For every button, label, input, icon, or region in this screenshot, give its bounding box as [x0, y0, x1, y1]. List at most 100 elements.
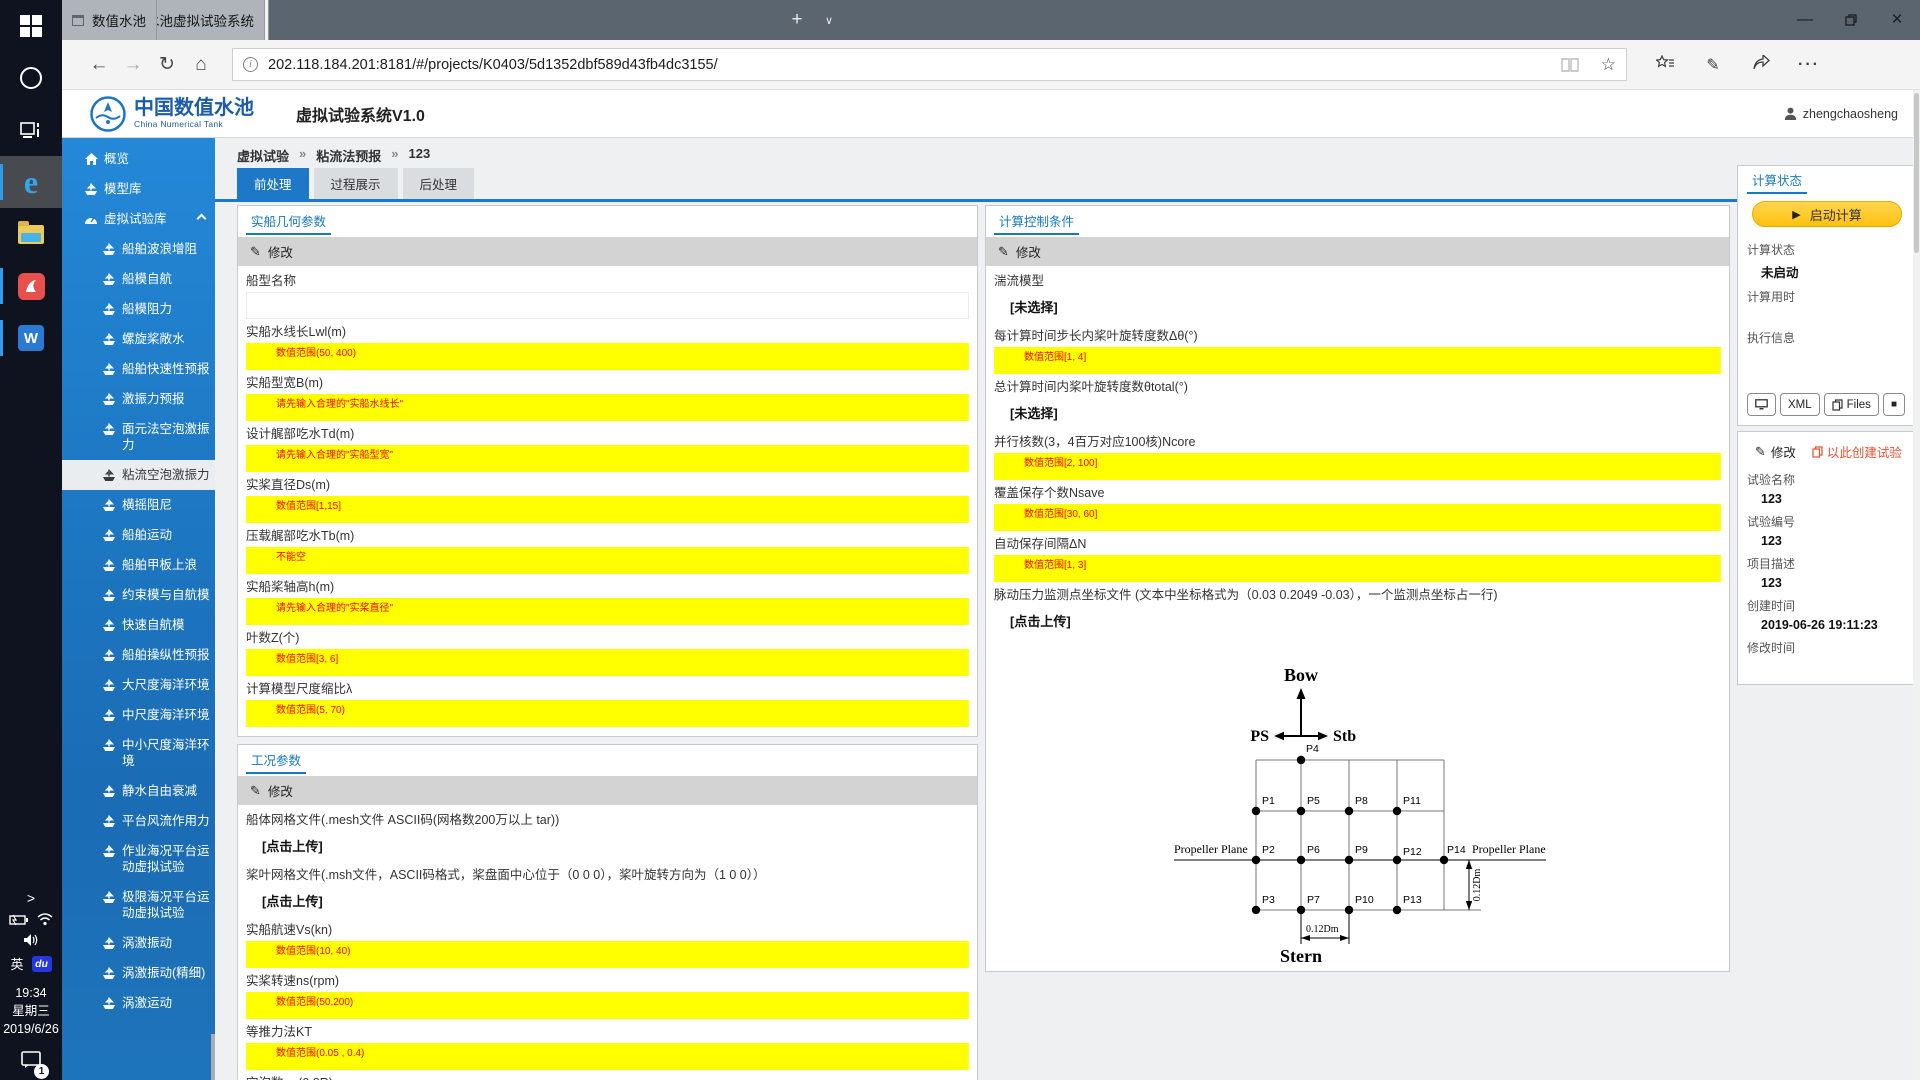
- wifi-icon[interactable]: [37, 913, 53, 926]
- annotate-pen-icon[interactable]: ✎: [1689, 55, 1737, 75]
- sidebar-item[interactable]: 面元法空泡激振力: [62, 414, 215, 460]
- forward-button[interactable]: →: [116, 54, 150, 76]
- geometry-params-link[interactable]: 实船几何参数: [246, 211, 332, 235]
- field-input[interactable]: 不能空: [246, 547, 969, 574]
- field-input[interactable]: 数值范围[1, 3]: [994, 555, 1721, 582]
- upload-button[interactable]: [点击上传]: [994, 606, 1721, 637]
- refresh-button[interactable]: ↻: [150, 53, 184, 76]
- back-button[interactable]: ←: [82, 54, 116, 76]
- sidebar-item[interactable]: 极限海况平台运动虚拟试验: [62, 882, 215, 928]
- language-indicator[interactable]: 英: [10, 954, 23, 973]
- experiment-edit-button[interactable]: ✎ 修改: [1755, 442, 1796, 461]
- home-button[interactable]: ⌂: [184, 54, 218, 76]
- field-input[interactable]: 数值范围(50, 400): [246, 343, 969, 370]
- sidebar-item[interactable]: 船舶操纵性预报: [62, 640, 215, 670]
- sidebar-item[interactable]: 快速自航模: [62, 610, 215, 640]
- hub-favorites-icon[interactable]: [1641, 54, 1689, 75]
- url-field[interactable]: i 202.118.184.201:8181/#/projects/K0403/…: [232, 48, 1627, 81]
- page-scrollbar[interactable]: [1913, 90, 1920, 1080]
- field-input[interactable]: 数值范围(50,200): [246, 992, 969, 1019]
- share-icon[interactable]: [1737, 53, 1785, 75]
- field-input[interactable]: 数值范围[30, 60]: [994, 504, 1721, 531]
- breadcrumb-item[interactable]: 123: [409, 146, 431, 165]
- sidebar-item[interactable]: 虚拟试验库: [62, 204, 215, 234]
- field-input[interactable]: 数值范围[2, 100]: [994, 453, 1721, 480]
- page-tab[interactable]: 后处理: [402, 168, 475, 199]
- site-info-icon[interactable]: i: [243, 57, 258, 72]
- working-condition-link[interactable]: 工况参数: [246, 750, 307, 774]
- field-input[interactable]: 数值范围[1,15]: [246, 496, 969, 523]
- taskbar-pdf-reader-button[interactable]: [0, 260, 62, 312]
- minimize-button[interactable]: —: [1782, 0, 1828, 40]
- console-button[interactable]: [1747, 393, 1776, 416]
- sidebar-item[interactable]: 中尺度海洋环境: [62, 700, 215, 730]
- browser-tab[interactable]: 数值水池: [62, 0, 157, 40]
- control-edit-bar[interactable]: ✎ 修改: [986, 237, 1729, 266]
- compute-status-link[interactable]: 计算状态: [1747, 170, 1808, 194]
- field-input[interactable]: 请先输入合理的"实船水线长": [246, 394, 969, 421]
- condition-edit-bar[interactable]: ✎ 修改: [238, 776, 977, 805]
- sidebar-item[interactable]: 粘流空泡激振力: [62, 460, 215, 490]
- sidebar-item[interactable]: 中小尺度海洋环境: [62, 730, 215, 776]
- taskbar-w-app-button[interactable]: W: [0, 312, 62, 364]
- task-view-button[interactable]: [0, 104, 62, 156]
- sidebar-item[interactable]: 大尺度海洋环境: [62, 670, 215, 700]
- sidebar-item[interactable]: 螺旋桨敞水: [62, 324, 215, 354]
- more-options-icon[interactable]: ···: [1785, 56, 1833, 74]
- sidebar-item[interactable]: 涡激运动: [62, 988, 215, 1018]
- geometry-edit-bar[interactable]: ✎ 修改: [238, 237, 977, 266]
- sidebar-item[interactable]: 平台风流作用力: [62, 806, 215, 836]
- field-input[interactable]: 请先输入合理的"实桨直径": [246, 598, 969, 625]
- page-tab[interactable]: 前处理: [237, 168, 309, 199]
- field-select[interactable]: [未选择]: [994, 398, 1721, 429]
- close-button[interactable]: ×: [1874, 0, 1920, 40]
- start-button[interactable]: [0, 0, 62, 52]
- new-tab-button[interactable]: +: [780, 0, 814, 40]
- sidebar-item[interactable]: 船模自航: [62, 264, 215, 294]
- sidebar-item[interactable]: 船舶甲板上浪: [62, 550, 215, 580]
- restore-button[interactable]: [1828, 0, 1874, 40]
- sidebar-item[interactable]: 横摇阻尼: [62, 490, 215, 520]
- sidebar-item[interactable]: 激振力预报: [62, 384, 215, 414]
- taskbar-explorer-button[interactable]: [0, 208, 62, 260]
- speaker-icon[interactable]: [23, 933, 40, 947]
- sidebar-item[interactable]: 船舶运动: [62, 520, 215, 550]
- cortana-button[interactable]: [0, 52, 62, 104]
- files-button[interactable]: Files: [1823, 393, 1879, 416]
- compute-control-link[interactable]: 计算控制条件: [994, 211, 1080, 235]
- show-hidden-icons-chevron[interactable]: >: [27, 890, 35, 906]
- field-input[interactable]: 数值范围(5, 70): [246, 700, 969, 727]
- upload-button[interactable]: [点击上传]: [246, 831, 969, 862]
- sidebar-item[interactable]: 涡激振动: [62, 928, 215, 958]
- sidebar-item[interactable]: 概览: [62, 144, 215, 174]
- field-input[interactable]: 请先输入合理的"实船型宽": [246, 445, 969, 472]
- upload-button[interactable]: [点击上传]: [246, 886, 969, 917]
- battery-icon[interactable]: [9, 914, 29, 926]
- taskbar-edge-button[interactable]: e: [0, 156, 62, 208]
- field-input[interactable]: [246, 292, 969, 319]
- tab-dropdown-chevron[interactable]: ∨: [814, 0, 844, 40]
- sidebar-item[interactable]: 约束模与自航模: [62, 580, 215, 610]
- field-input[interactable]: 数值范围(10, 40): [246, 941, 969, 968]
- start-compute-button[interactable]: ▶ 启动计算: [1752, 201, 1902, 227]
- breadcrumb-item[interactable]: 虚拟试验: [237, 146, 289, 165]
- sidebar-item[interactable]: 涡激振动(精细): [62, 958, 215, 988]
- user-menu[interactable]: zhengchaosheng: [1784, 107, 1898, 121]
- sidebar-item[interactable]: 模型库: [62, 174, 215, 204]
- sidebar-item[interactable]: 船模阻力: [62, 294, 215, 324]
- page-tab[interactable]: 过程展示: [313, 168, 398, 199]
- create-from-this-button[interactable]: 以此创建试验: [1812, 442, 1902, 461]
- field-input[interactable]: 数值范围(0.05 , 0.4): [246, 1043, 969, 1070]
- favorites-star-icon[interactable]: ☆: [1601, 55, 1616, 75]
- sidebar-item[interactable]: 作业海况平台运动虚拟试验: [62, 836, 215, 882]
- sidebar-item[interactable]: 船舶快速性预报: [62, 354, 215, 384]
- field-input[interactable]: 数值范围[3, 6]: [246, 649, 969, 676]
- xml-button[interactable]: XML: [1780, 393, 1820, 416]
- action-center-button[interactable]: 1: [20, 1051, 49, 1079]
- sidebar-item[interactable]: 船舶波浪增阻: [62, 234, 215, 264]
- taskbar-clock[interactable]: 19:34 星期三 2019/6/26: [3, 984, 59, 1038]
- scrollbar-thumb[interactable]: [1914, 93, 1919, 253]
- field-select[interactable]: [未选择]: [994, 292, 1721, 323]
- ime-badge[interactable]: du: [31, 955, 52, 972]
- breadcrumb-item[interactable]: 粘流法预报: [316, 146, 381, 165]
